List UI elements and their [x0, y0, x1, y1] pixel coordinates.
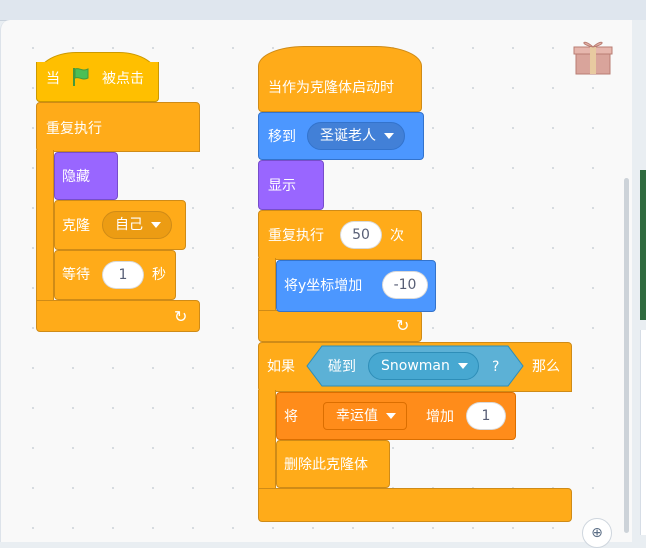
- stage-preview: [640, 170, 646, 320]
- chevron-down-icon: [457, 363, 468, 369]
- wait-unit: 秒: [152, 267, 166, 283]
- touching-label: 碰到: [328, 359, 356, 375]
- wait-label: 等待: [62, 267, 90, 283]
- top-bar: [0, 0, 646, 21]
- forever-arm: [36, 150, 54, 302]
- touching-target-value: Snowman: [381, 358, 450, 374]
- repeat-label: 重复执行: [268, 228, 324, 244]
- sprite-pane-edge: [640, 330, 646, 535]
- forever-label: 重复执行: [46, 121, 102, 137]
- variable-dropdown[interactable]: 幸运值: [323, 402, 407, 430]
- if-label: 如果: [267, 359, 295, 375]
- if-bottom: [258, 488, 572, 522]
- hide-label: 隐藏: [62, 169, 90, 185]
- clone-target-value: 自己: [115, 217, 143, 233]
- if-arm: [258, 390, 276, 490]
- then-label: 那么: [532, 359, 560, 375]
- workspace-scrollbar[interactable]: [624, 178, 629, 533]
- change-var-input[interactable]: 1: [466, 402, 506, 430]
- loop-arrow-icon: ↻: [174, 307, 188, 326]
- repeat-count-input[interactable]: 50: [340, 221, 382, 249]
- chevron-down-icon: [386, 413, 396, 419]
- repeat-arm: [258, 258, 276, 312]
- repeat-unit: 次: [390, 228, 404, 244]
- delete-clone-label: 删除此克隆体: [284, 457, 368, 473]
- goto-label: 移到: [268, 129, 296, 145]
- hat-label-post: 被点击: [102, 71, 144, 87]
- goto-target-value: 圣诞老人: [320, 128, 376, 144]
- hat-label-pre: 当: [46, 71, 60, 87]
- chevron-down-icon: [151, 222, 161, 228]
- when-start-as-clone-block[interactable]: [258, 46, 422, 112]
- change-var-pre: 将: [284, 409, 298, 425]
- gift-icon[interactable]: [572, 38, 614, 80]
- wait-seconds-input[interactable]: 1: [102, 261, 144, 289]
- change-var-mid: 增加: [426, 409, 454, 425]
- goto-target-dropdown[interactable]: 圣诞老人: [307, 122, 405, 150]
- zoom-in-icon[interactable]: ⊕: [582, 518, 612, 548]
- touching-question: ?: [492, 359, 500, 375]
- touching-target-dropdown[interactable]: Snowman: [368, 352, 479, 380]
- change-y-label: 将y坐标增加: [284, 278, 363, 294]
- change-y-input[interactable]: -10: [382, 271, 428, 299]
- show-label: 显示: [268, 178, 296, 194]
- loop-arrow-icon: ↻: [396, 316, 410, 335]
- clone-target-dropdown[interactable]: 自己: [102, 211, 172, 239]
- green-flag-icon: [70, 66, 92, 92]
- clone-hat-label: 当作为克隆体启动时: [268, 80, 394, 96]
- chevron-down-icon: [384, 133, 394, 139]
- clone-label: 克隆: [62, 218, 90, 234]
- variable-name: 幸运值: [336, 408, 378, 424]
